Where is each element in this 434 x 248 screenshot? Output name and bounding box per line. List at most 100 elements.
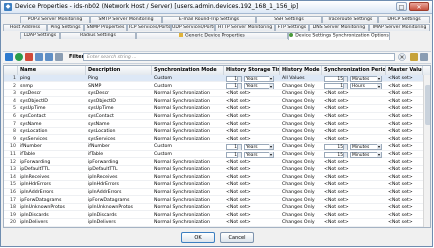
table-row[interactable]: 18 ipInUnknownProtos ipInUnknownProtos Norm… [4, 204, 430, 212]
cell-history-mode[interactable]: Changes Only [280, 121, 322, 128]
cell-history-mode[interactable]: Changes Only [280, 204, 322, 211]
tab-pop3-server-monitoring[interactable]: POP3 Server Monitoring [20, 16, 90, 23]
table-row[interactable]: 2snmpSNMPCustom1YearsChanges Only1Hours<… [4, 83, 430, 90]
row-number[interactable]: 15 [4, 181, 18, 188]
cell-history-mode[interactable]: Changes Only [280, 166, 322, 173]
cell-history-storage-time[interactable]: <Not set> [224, 128, 280, 135]
cell-sync-period[interactable]: <Not set> [322, 189, 386, 196]
row-number[interactable]: 10 [4, 143, 18, 150]
cell-history-mode[interactable]: Changes Only [280, 113, 322, 120]
cell-master-value[interactable]: <Not set> [386, 219, 423, 226]
table-row[interactable]: 10ifNumberifNumberCustom1YearsChanges On… [4, 143, 430, 151]
cell-name[interactable]: ipInHdrErrors [18, 181, 86, 188]
cell-master-value[interactable]: <Not set> [386, 98, 423, 105]
cell-name[interactable]: ifNumber [18, 143, 86, 150]
cell-description[interactable]: sysServices [86, 136, 152, 143]
cell-sync-period[interactable]: <Not set> [322, 197, 386, 204]
cell-description[interactable]: SNMP [86, 83, 152, 90]
cell-history-storage-time[interactable]: <Not set> [224, 121, 280, 128]
header-sync-period[interactable]: Synchronization Period [322, 66, 386, 75]
table-row[interactable]: 7 sysName sysName Normal Synchronization <No… [4, 121, 430, 128]
cell-name[interactable]: sysObjectID [18, 98, 86, 105]
table-row[interactable]: 5 sysUpTime sysUpTime Normal Synchronizatio… [4, 105, 430, 113]
cell-master-value[interactable]: <Not set> [386, 136, 423, 143]
cell-sync-period[interactable]: <Not set> [322, 159, 386, 166]
cell-description[interactable]: sysContact [86, 113, 152, 120]
cell-sync-mode[interactable]: Normal Synchronization [152, 128, 224, 135]
header-name[interactable]: Name [18, 66, 86, 75]
cell-history-storage-time[interactable]: <Not set> [224, 90, 280, 97]
row-number[interactable]: 6 [4, 113, 18, 120]
move-down-icon[interactable] [45, 53, 53, 61]
cell-description[interactable]: sysName [86, 121, 152, 128]
cell-sync-period[interactable]: <Not set> [322, 105, 386, 112]
cell-history-storage-time[interactable]: <Not set> [224, 212, 280, 219]
cell-description[interactable]: ipInAddrErrors [86, 189, 152, 196]
sync-period-unit-select[interactable]: Minutes [350, 151, 382, 158]
cell-description[interactable]: ipInReceives [86, 174, 152, 181]
cell-history-mode[interactable]: Changes Only [280, 212, 322, 219]
cell-master-value[interactable]: <Not set> [386, 159, 423, 166]
tab-radius-settings[interactable]: Radius Settings [60, 32, 136, 39]
cell-master-value[interactable]: <Not set> [386, 197, 423, 204]
cell-sync-mode[interactable]: Normal Synchronization [152, 90, 224, 97]
table-row[interactable]: 1pingPingCustom1YearsAll Values15Minutes… [4, 75, 430, 83]
row-number[interactable]: 4 [4, 98, 18, 105]
cell-history-storage-time[interactable]: <Not set> [224, 174, 280, 181]
history-storage-time-stepper[interactable]: 1 [226, 151, 242, 158]
table-row[interactable]: 19 ipInDiscards ipInDiscards Normal Synchro… [4, 212, 430, 220]
cell-sync-mode[interactable]: Normal Synchronization [152, 136, 224, 143]
row-number[interactable]: 2 [4, 83, 18, 90]
cell-history-storage-time[interactable]: <Not set> [224, 159, 280, 166]
history-storage-time-stepper[interactable]: 1 [226, 83, 242, 90]
cell-description[interactable]: ipForwarding [86, 159, 152, 166]
cell-sync-period[interactable]: <Not set> [322, 121, 386, 128]
tab-ftp-settings[interactable]: FTP Settings [275, 24, 309, 31]
table-row[interactable]: 13 ipDefaultTTL ipDefaultTTL Normal Synchro… [4, 166, 430, 174]
cell-name[interactable]: ifTable [18, 151, 86, 158]
row-number[interactable]: 20 [4, 219, 18, 226]
cell-sync-mode[interactable]: Normal Synchronization [152, 204, 224, 211]
cell-master-value[interactable]: <Not set> [386, 105, 423, 112]
cell-master-value[interactable]: <Not set> [386, 189, 423, 196]
tab-ldap-settings[interactable]: LDAP Settings [20, 32, 60, 39]
sync-period-stepper[interactable]: 15 [324, 151, 348, 158]
vertical-scrollbar[interactable] [423, 75, 430, 227]
close-button[interactable]: ✕ [409, 2, 429, 11]
header-history-mode[interactable]: History Mode [280, 66, 322, 75]
cell-master-value[interactable]: <Not set> [386, 113, 423, 120]
table-row[interactable]: 3 sysDescr sysDescr Normal Synchronization <… [4, 90, 430, 98]
row-number[interactable]: 1 [4, 75, 18, 82]
cell-sync-mode[interactable]: Normal Synchronization [152, 181, 224, 188]
cell-sync-mode[interactable]: Normal Synchronization [152, 113, 224, 120]
table-row[interactable]: 9 sysServices sysServices Normal Synchroniz… [4, 136, 430, 144]
header-history-storage-time[interactable]: History Storage Time [224, 66, 280, 75]
tab-generic-device-properties[interactable]: Generic Device Properties [136, 32, 288, 39]
cell-sync-mode[interactable]: Custom [152, 151, 224, 158]
cell-master-value[interactable]: <Not set> [386, 174, 423, 181]
cell-name[interactable]: sysName [18, 121, 86, 128]
cell-sync-mode[interactable]: Normal Synchronization [152, 197, 224, 204]
cell-description[interactable]: sysDescr [86, 90, 152, 97]
sync-period-stepper[interactable]: 15 [324, 75, 348, 82]
cell-master-value[interactable]: <Not set> [386, 121, 423, 128]
copy-icon[interactable] [55, 53, 63, 61]
tab-http-server-monitoring[interactable]: HTTP Server Monitoring [215, 24, 275, 31]
cell-sync-mode[interactable]: Normal Synchronization [152, 166, 224, 173]
header-sync-mode[interactable]: Synchronization Mode [152, 66, 224, 75]
cell-history-storage-time[interactable]: <Not set> [224, 136, 280, 143]
tab-device-settings-sync-options[interactable]: Device Settings Synchronization Options [288, 32, 390, 40]
row-number[interactable]: 8 [4, 128, 18, 135]
cell-sync-mode[interactable]: Normal Synchronization [152, 219, 224, 226]
header-description[interactable]: Description [86, 66, 152, 75]
clear-filter-icon[interactable] [398, 53, 406, 61]
cell-history-mode[interactable]: Changes Only [280, 143, 322, 150]
row-number[interactable]: 9 [4, 136, 18, 143]
table-row[interactable]: 8 sysLocation sysLocation Normal Synchroniz… [4, 128, 430, 136]
sync-period-stepper[interactable]: 15 [324, 143, 348, 150]
tab-smtp-server-monitoring[interactable]: SMTP Server Monitoring [90, 16, 162, 23]
cell-sync-period[interactable]: <Not set> [322, 136, 386, 143]
cell-history-mode[interactable]: Changes Only [280, 219, 322, 226]
row-number[interactable]: 7 [4, 121, 18, 128]
cell-description[interactable]: sysObjectID [86, 98, 152, 105]
